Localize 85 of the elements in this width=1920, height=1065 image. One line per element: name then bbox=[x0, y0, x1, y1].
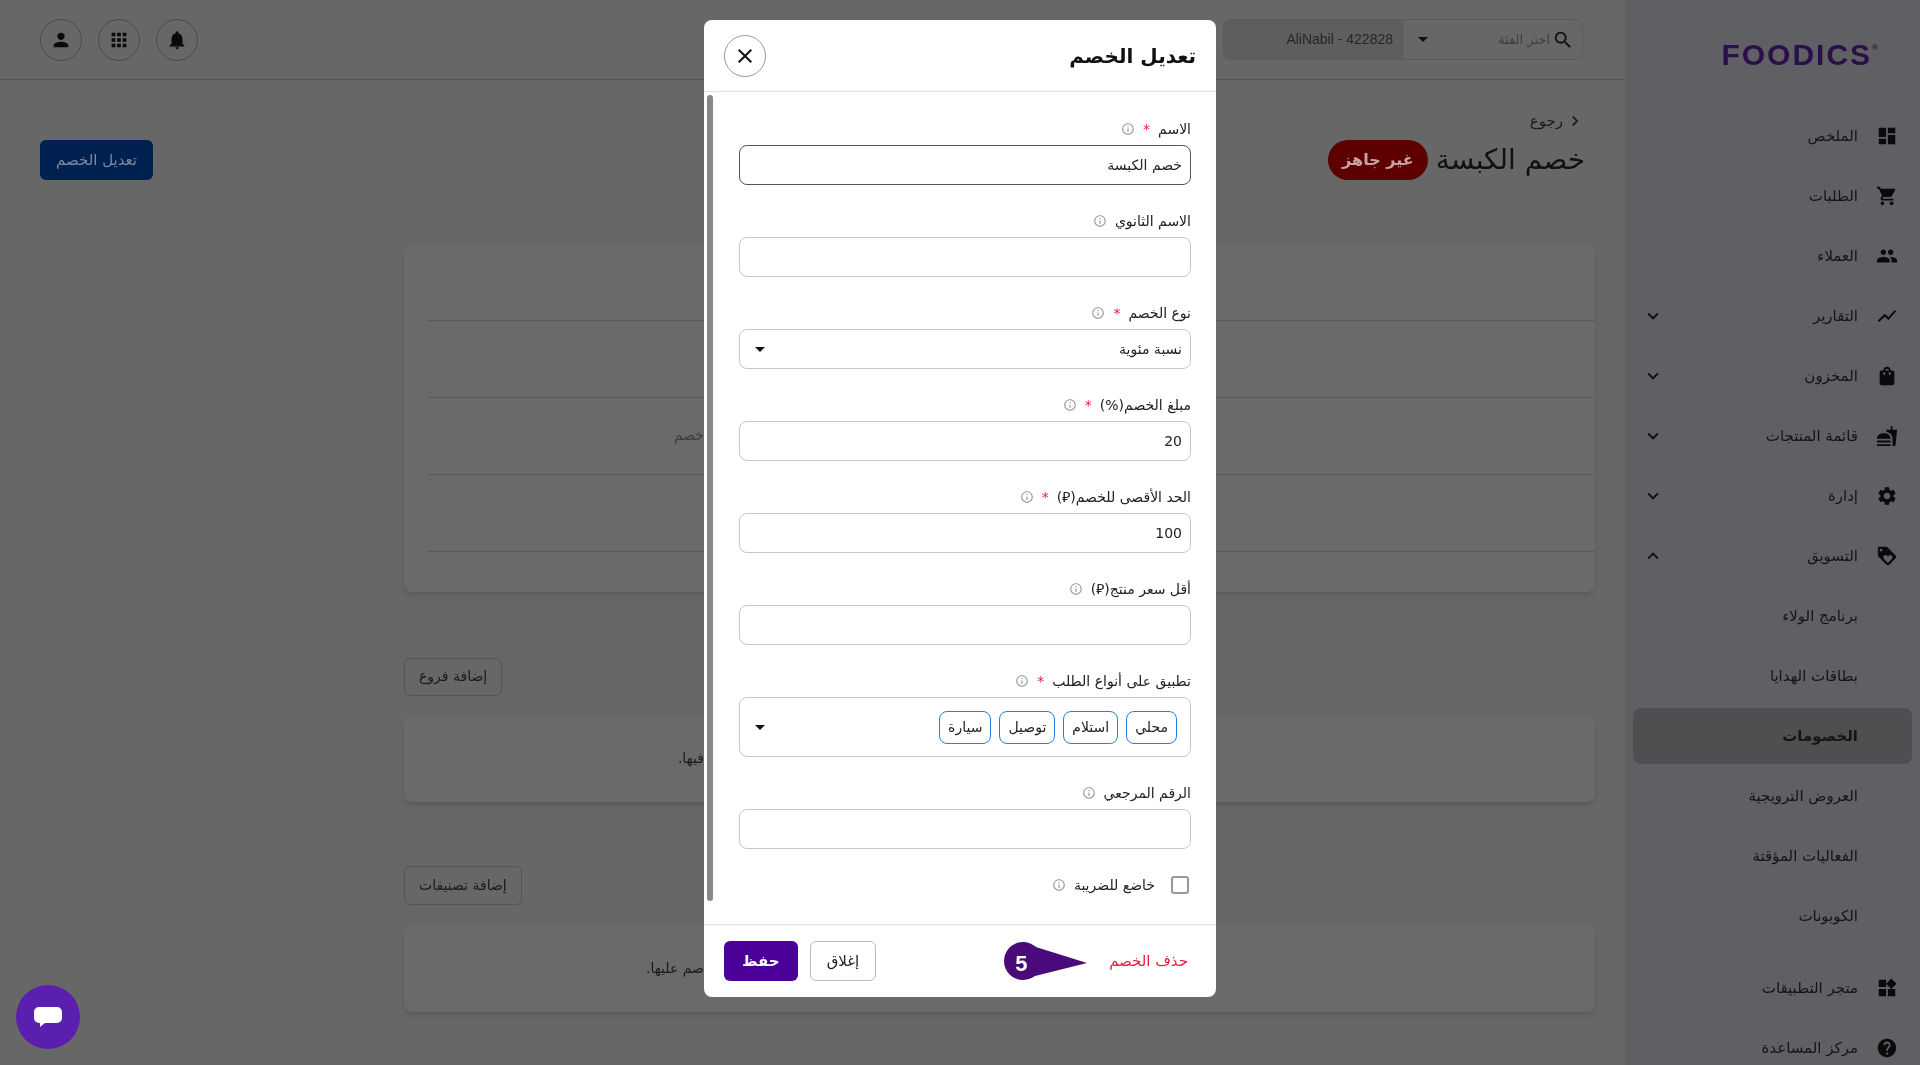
sidebar-item-label: مركز المساعدة bbox=[1761, 1037, 1858, 1059]
settings-icon bbox=[1876, 485, 1898, 507]
logo: FOODICS$^{®}$ bbox=[1721, 36, 1880, 73]
save-button[interactable]: حفظ bbox=[724, 941, 798, 981]
sidebar-item-label: إدارة bbox=[1827, 485, 1858, 507]
info-icon[interactable] bbox=[1091, 306, 1106, 320]
sidebar-item[interactable]: مركز المساعدة bbox=[1633, 1018, 1912, 1065]
edit-discount-button[interactable]: تعديل الخصم bbox=[40, 140, 153, 180]
sidebar-item[interactable]: إدارة bbox=[1633, 466, 1912, 526]
back-link[interactable]: رجوع bbox=[1529, 110, 1585, 133]
checkbox[interactable] bbox=[1171, 876, 1189, 894]
sidebar-item-label: متجر التطبيقات bbox=[1761, 977, 1858, 999]
cancel-button[interactable]: إغلاق bbox=[809, 941, 877, 981]
sidebar-subitem[interactable]: الخصومات bbox=[1633, 708, 1912, 764]
order-type-chip[interactable]: سيارة bbox=[939, 710, 992, 744]
chat-bubble-icon bbox=[33, 1005, 63, 1029]
sidebar-item[interactable]: قائمة المنتجات bbox=[1633, 406, 1912, 466]
cart-icon bbox=[1876, 185, 1898, 207]
select-field[interactable]: نسبة مئوية bbox=[739, 329, 1191, 369]
order-type-chip[interactable]: محلي bbox=[1126, 710, 1177, 744]
field-label: الرقم المرجعي bbox=[1103, 783, 1191, 804]
dialog-title: تعديل الخصم bbox=[1069, 42, 1196, 70]
help-icon bbox=[1876, 1037, 1898, 1059]
sidebar-item-label: العملاء bbox=[1817, 245, 1858, 267]
info-icon[interactable] bbox=[1068, 582, 1083, 596]
required-mark: * bbox=[1037, 671, 1045, 691]
info-icon[interactable] bbox=[1019, 490, 1034, 504]
field-label: الاسم bbox=[1158, 119, 1191, 140]
sidebar-subitem[interactable]: الكوبونات bbox=[1633, 888, 1912, 944]
sidebar-item[interactable]: الملخص bbox=[1633, 106, 1912, 166]
food-icon bbox=[1876, 425, 1898, 447]
info-icon[interactable] bbox=[1081, 786, 1096, 800]
sidebar-item[interactable]: التسويق bbox=[1633, 526, 1912, 586]
sidebar-item-label: الطلبات bbox=[1808, 185, 1858, 207]
sidebar-subitem[interactable]: برنامج الولاء bbox=[1633, 588, 1912, 644]
info-icon[interactable] bbox=[1092, 214, 1107, 228]
text-field[interactable]: 100 bbox=[739, 513, 1191, 553]
status-badge: غير جاهز bbox=[1328, 139, 1428, 180]
required-mark: * bbox=[1113, 303, 1121, 323]
required-mark: * bbox=[1084, 395, 1092, 415]
dropdown-caret-icon bbox=[755, 346, 765, 352]
sidebar-item-label: التقارير bbox=[1812, 305, 1858, 327]
multi-select-field[interactable]: محلي استلام توصيل سيارة bbox=[739, 697, 1191, 757]
required-mark: * bbox=[1143, 119, 1151, 139]
checkbox-label: خاضع للضريبة bbox=[1073, 875, 1155, 896]
field-label: نوع الخصم bbox=[1128, 303, 1191, 324]
text-field[interactable] bbox=[739, 605, 1191, 645]
delete-link[interactable]: حذف الخصم bbox=[1109, 949, 1188, 973]
tag-heart-icon bbox=[1876, 545, 1898, 567]
field-label: أقل سعر منتج(⃁) bbox=[1090, 579, 1191, 600]
sidebar-item-label: الملخص bbox=[1807, 125, 1858, 147]
required-mark: * bbox=[1041, 487, 1049, 507]
sidebar-item-label: قائمة المنتجات bbox=[1765, 425, 1858, 447]
info-icon[interactable] bbox=[1015, 674, 1030, 688]
order-type-chip[interactable]: توصيل bbox=[999, 710, 1056, 744]
dropdown-caret-icon bbox=[755, 724, 765, 730]
field-label: الاسم الثانوي bbox=[1114, 211, 1191, 232]
page-title: خصم الكبسة bbox=[1435, 141, 1585, 178]
sidebar-item[interactable]: العملاء bbox=[1633, 226, 1912, 286]
sidebar-item-label: التسويق bbox=[1806, 545, 1858, 567]
sidebar-subitem[interactable]: بطاقات الهدايا bbox=[1633, 648, 1912, 704]
sidebar-item[interactable]: متجر التطبيقات bbox=[1633, 958, 1912, 1018]
field-label: تطبيق على أنواع الطلب bbox=[1052, 671, 1191, 692]
add-categories-button[interactable]: إضافة تصنيفات bbox=[404, 865, 522, 905]
info-icon[interactable] bbox=[1121, 122, 1136, 136]
text-field[interactable]: خصم الكبسة bbox=[739, 145, 1191, 185]
field-label: مبلغ الخصم(%) bbox=[1099, 395, 1191, 416]
info-icon[interactable] bbox=[1062, 398, 1077, 412]
scrollbar[interactable] bbox=[707, 95, 713, 901]
dashboard-icon bbox=[1876, 125, 1898, 147]
widgets-icon bbox=[1876, 977, 1898, 999]
sidebar-subitem[interactable]: الفعاليات المؤقتة bbox=[1633, 828, 1912, 884]
field-label: الحد الأقصى للخصم(⃁) bbox=[1056, 487, 1191, 508]
text-field[interactable] bbox=[739, 809, 1191, 849]
sidebar-subitem[interactable]: العروض الترويجية bbox=[1633, 768, 1912, 824]
sidebar-item[interactable]: الطلبات bbox=[1633, 166, 1912, 226]
add-branches-button[interactable]: إضافة فروع bbox=[404, 657, 503, 696]
sidebar-item-label: المخزون bbox=[1804, 365, 1858, 387]
sidebar-item[interactable]: المخزون bbox=[1633, 346, 1912, 406]
logo-registered-mark: ® bbox=[1872, 42, 1880, 52]
text-field[interactable]: 20 bbox=[739, 421, 1191, 461]
info-icon[interactable] bbox=[1051, 878, 1066, 892]
text-field[interactable] bbox=[739, 237, 1191, 277]
order-type-chip[interactable]: استلام bbox=[1063, 710, 1119, 744]
sidebar-item[interactable]: التقارير bbox=[1633, 286, 1912, 346]
